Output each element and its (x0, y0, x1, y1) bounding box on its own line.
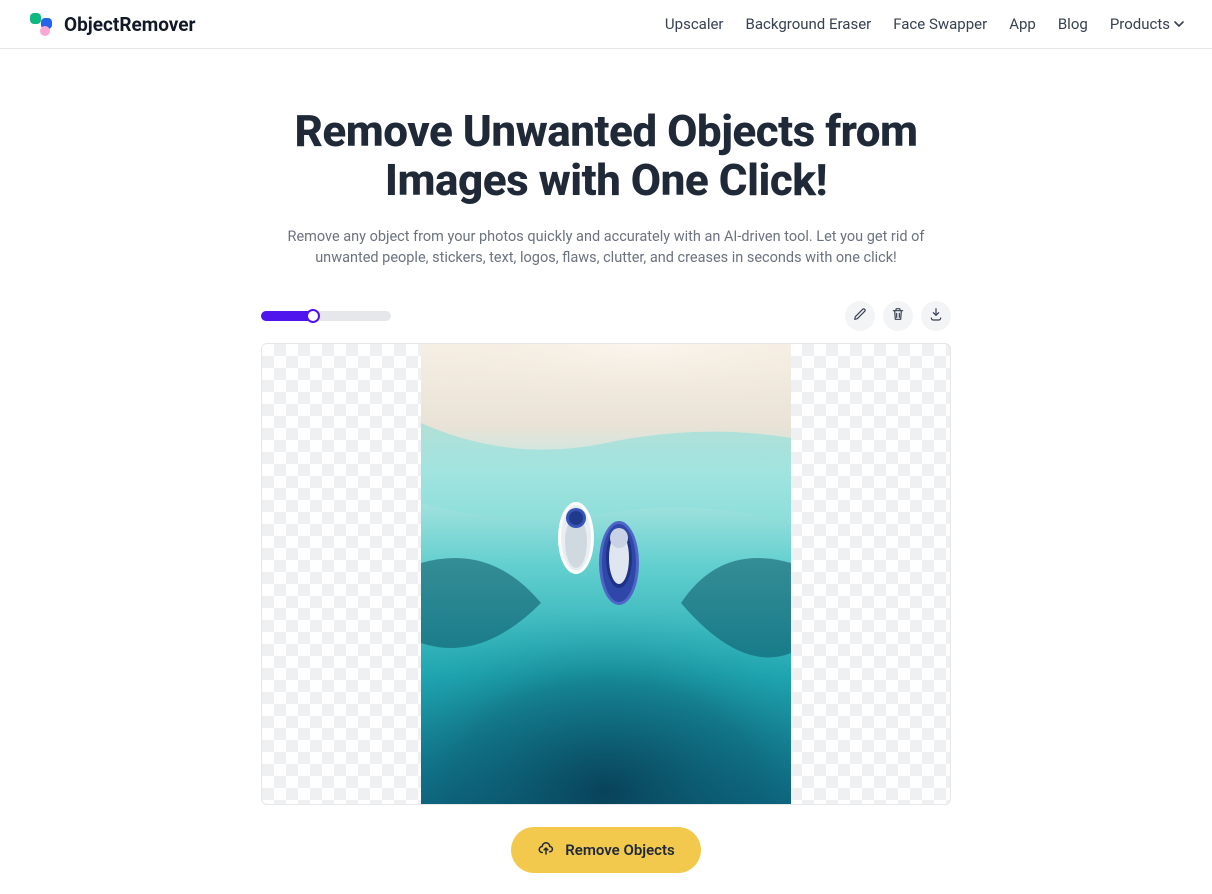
download-icon (928, 306, 944, 326)
nav-upscaler[interactable]: Upscaler (665, 15, 724, 33)
trash-icon (890, 306, 906, 326)
brush-size-slider[interactable] (261, 311, 391, 321)
nav-blog[interactable]: Blog (1058, 15, 1088, 33)
nav-background-eraser[interactable]: Background Eraser (746, 15, 872, 33)
nav-products[interactable]: Products (1110, 15, 1184, 33)
pencil-icon (852, 306, 868, 326)
page-subtitle: Remove any object from your photos quick… (276, 226, 936, 270)
canvas-image (421, 344, 791, 804)
nav-face-swapper[interactable]: Face Swapper (893, 15, 987, 33)
logo-icon (28, 10, 56, 38)
cloud-process-icon (537, 839, 555, 861)
delete-button[interactable] (883, 301, 913, 331)
header: ObjectRemover Upscaler Background Eraser… (0, 0, 1212, 49)
nav-app[interactable]: App (1009, 15, 1036, 33)
download-button[interactable] (921, 301, 951, 331)
page-title: Remove Unwanted Objects from Images with… (256, 107, 956, 206)
image-canvas[interactable] (261, 343, 951, 805)
remove-objects-button[interactable]: Remove Objects (511, 827, 700, 873)
cta-label: Remove Objects (565, 841, 674, 859)
nav-products-label: Products (1110, 15, 1170, 33)
chevron-down-icon (1174, 19, 1184, 29)
slider-thumb[interactable] (306, 309, 320, 323)
editor-toolbar (261, 301, 951, 331)
main-nav: Upscaler Background Eraser Face Swapper … (665, 15, 1184, 33)
edit-button[interactable] (845, 301, 875, 331)
hero-section: Remove Unwanted Objects from Images with… (256, 49, 956, 269)
brand-name: ObjectRemover (64, 13, 196, 36)
canvas-wrap (261, 343, 951, 805)
toolbar-icon-group (845, 301, 951, 331)
brand-logo-wrap[interactable]: ObjectRemover (28, 10, 196, 38)
cta-row: Remove Objects (0, 827, 1212, 873)
